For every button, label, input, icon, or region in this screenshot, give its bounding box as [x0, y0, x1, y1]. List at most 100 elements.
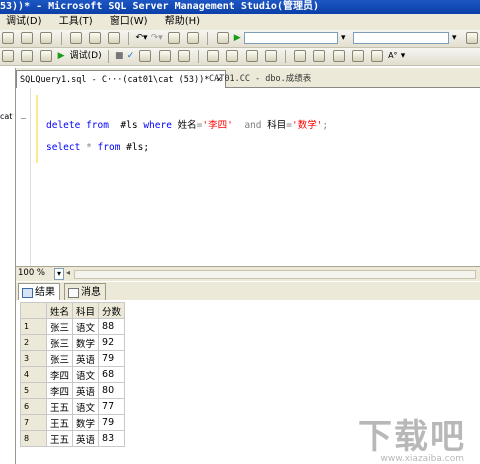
- cut-icon[interactable]: [69, 32, 82, 44]
- cell-name[interactable]: 张三: [45, 334, 74, 351]
- new-query-icon[interactable]: [168, 32, 180, 44]
- cell-score[interactable]: 83: [98, 430, 126, 447]
- object-explorer-icon[interactable]: [187, 32, 200, 44]
- undo-icon[interactable]: ↶▾: [136, 32, 148, 44]
- cell-name[interactable]: 李四: [45, 366, 74, 383]
- row-number[interactable]: 8: [20, 430, 47, 447]
- execute-icon[interactable]: ▶: [58, 50, 65, 62]
- column-header-subject[interactable]: 科目: [72, 302, 100, 319]
- cell-subject[interactable]: 语文: [72, 318, 100, 335]
- cell-subject[interactable]: 英语: [72, 350, 100, 367]
- horizontal-scrollbar[interactable]: [74, 270, 476, 279]
- results-to-file-icon[interactable]: [294, 50, 307, 62]
- find-in-files-icon[interactable]: [465, 32, 478, 44]
- row-number[interactable]: 4: [20, 366, 47, 383]
- table-row[interactable]: 1 张三 语文 88: [20, 318, 126, 335]
- collapse-icon[interactable]: −: [20, 114, 27, 123]
- client-stats-icon[interactable]: [226, 50, 239, 62]
- start-debug-icon[interactable]: ▶: [234, 32, 241, 44]
- row-number[interactable]: 6: [20, 398, 47, 415]
- menu-debug[interactable]: 调试(D): [6, 14, 42, 30]
- column-header-score[interactable]: 分数: [98, 302, 126, 319]
- dropdown-arrow-icon[interactable]: ▾: [401, 50, 406, 62]
- tab-results[interactable]: 结果: [18, 283, 60, 300]
- row-number[interactable]: 3: [20, 350, 47, 367]
- comment-icon[interactable]: [313, 50, 326, 62]
- redo-icon[interactable]: ↷▾: [151, 32, 163, 44]
- cell-name[interactable]: 王五: [45, 398, 74, 415]
- specify-values-icon[interactable]: A°: [388, 50, 397, 62]
- keyword-where: where: [143, 120, 172, 131]
- open-file-icon[interactable]: [2, 32, 14, 44]
- cell-name[interactable]: 张三: [45, 350, 74, 367]
- display-plan-icon[interactable]: [139, 50, 152, 62]
- row-number[interactable]: 2: [20, 334, 47, 351]
- dropdown-arrow-icon[interactable]: ▾: [341, 32, 346, 44]
- results-to-text-icon[interactable]: [245, 50, 258, 62]
- tab-messages[interactable]: 消息: [64, 283, 106, 300]
- intellisense-icon[interactable]: [177, 50, 190, 62]
- zoom-dropdown-icon[interactable]: ▾: [54, 268, 64, 280]
- cell-score[interactable]: 79: [98, 350, 126, 367]
- decrease-indent-icon[interactable]: [351, 50, 364, 62]
- uncomment-icon[interactable]: [332, 50, 345, 62]
- paste-icon[interactable]: [108, 32, 121, 44]
- tab-table[interactable]: CAT01.CC - dbo.成绩表: [206, 70, 314, 88]
- scroll-left-icon[interactable]: ◂: [66, 268, 70, 277]
- cell-score[interactable]: 77: [98, 398, 126, 415]
- toolbar-separator: [107, 50, 109, 63]
- row-number[interactable]: 7: [20, 414, 47, 431]
- table-row[interactable]: 7 王五 数学 79: [20, 414, 126, 431]
- cell-subject[interactable]: 数学: [72, 334, 100, 351]
- table-row[interactable]: 3 张三 英语 79: [20, 350, 126, 367]
- cell-score[interactable]: 80: [98, 382, 126, 399]
- menu-tools[interactable]: 工具(T): [59, 14, 93, 30]
- object-explorer-node[interactable]: cat: [0, 112, 12, 121]
- cell-subject[interactable]: 英语: [72, 382, 100, 399]
- database-icon[interactable]: [40, 50, 53, 62]
- cell-score[interactable]: 92: [98, 334, 126, 351]
- cancel-execute-icon[interactable]: ■: [115, 50, 124, 62]
- row-number[interactable]: 5: [20, 382, 47, 399]
- cell-name[interactable]: 李四: [45, 382, 74, 399]
- save-all-icon[interactable]: [40, 32, 53, 44]
- zoom-level[interactable]: 100 %: [18, 268, 45, 278]
- cell-name[interactable]: 王五: [45, 414, 74, 431]
- solution-config-combo[interactable]: [243, 32, 338, 44]
- table-row[interactable]: 4 李四 语文 68: [20, 366, 126, 383]
- debug-button[interactable]: 调试(D): [70, 50, 102, 62]
- connect-icon[interactable]: [21, 50, 34, 62]
- parse-icon[interactable]: ✓: [127, 50, 135, 62]
- menu-help[interactable]: 帮助(H): [165, 14, 200, 30]
- cell-subject[interactable]: 语文: [72, 366, 100, 383]
- tab-sqlquery[interactable]: SQLQuery1.sql - C···(cat01\cat (53))* ×: [16, 70, 226, 89]
- change-connection-icon[interactable]: [2, 50, 14, 62]
- query-editor[interactable]: [16, 88, 480, 266]
- table-row[interactable]: 2 张三 数学 92: [20, 334, 126, 351]
- cell-score[interactable]: 88: [98, 318, 126, 335]
- row-header-corner[interactable]: [20, 302, 47, 319]
- table-row[interactable]: 8 王五 英语 83: [20, 430, 126, 447]
- menu-window[interactable]: 窗口(W): [110, 14, 148, 30]
- cell-score[interactable]: 68: [98, 366, 126, 383]
- include-plan-icon[interactable]: [207, 50, 220, 62]
- increase-indent-icon[interactable]: [370, 50, 383, 62]
- cell-score[interactable]: 79: [98, 414, 126, 431]
- activity-monitor-icon[interactable]: [216, 32, 229, 44]
- cell-subject[interactable]: 语文: [72, 398, 100, 415]
- cell-subject[interactable]: 英语: [72, 430, 100, 447]
- dropdown-arrow-icon[interactable]: ▾: [452, 32, 457, 44]
- results-to-grid-icon[interactable]: [264, 50, 277, 62]
- column-header-name[interactable]: 姓名: [45, 302, 74, 319]
- platform-combo[interactable]: [352, 32, 449, 44]
- code-line-1: delete from #ls where 姓名='李四' and 科目='数学…: [46, 117, 328, 131]
- copy-icon[interactable]: [88, 32, 101, 44]
- table-row[interactable]: 5 李四 英语 80: [20, 382, 126, 399]
- query-options-icon[interactable]: [158, 50, 171, 62]
- cell-subject[interactable]: 数学: [72, 414, 100, 431]
- row-number[interactable]: 1: [20, 318, 47, 335]
- table-row[interactable]: 6 王五 语文 77: [20, 398, 126, 415]
- cell-name[interactable]: 王五: [45, 430, 74, 447]
- save-icon[interactable]: [21, 32, 34, 44]
- cell-name[interactable]: 张三: [45, 318, 74, 335]
